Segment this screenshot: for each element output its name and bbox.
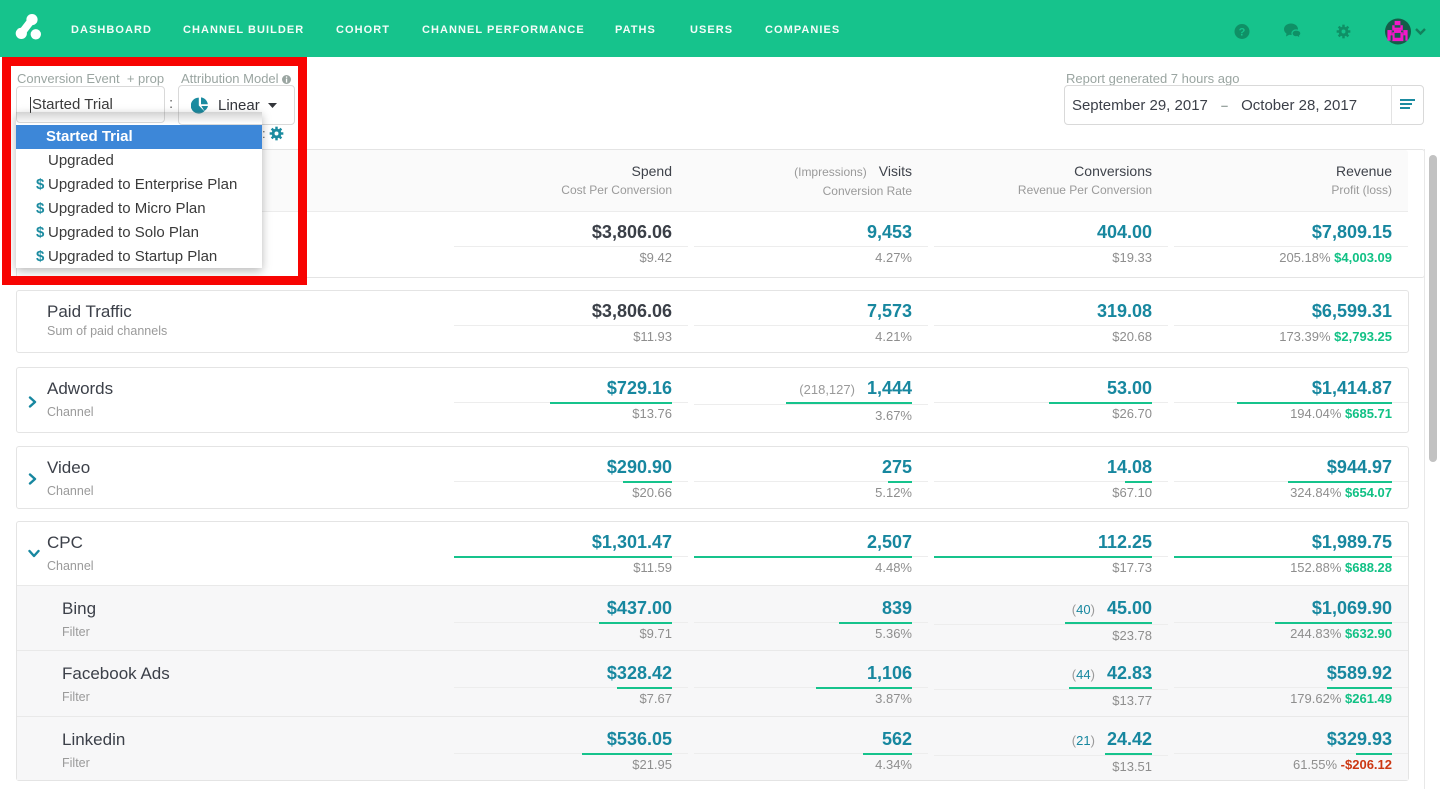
svg-text:?: ? xyxy=(1239,27,1246,39)
